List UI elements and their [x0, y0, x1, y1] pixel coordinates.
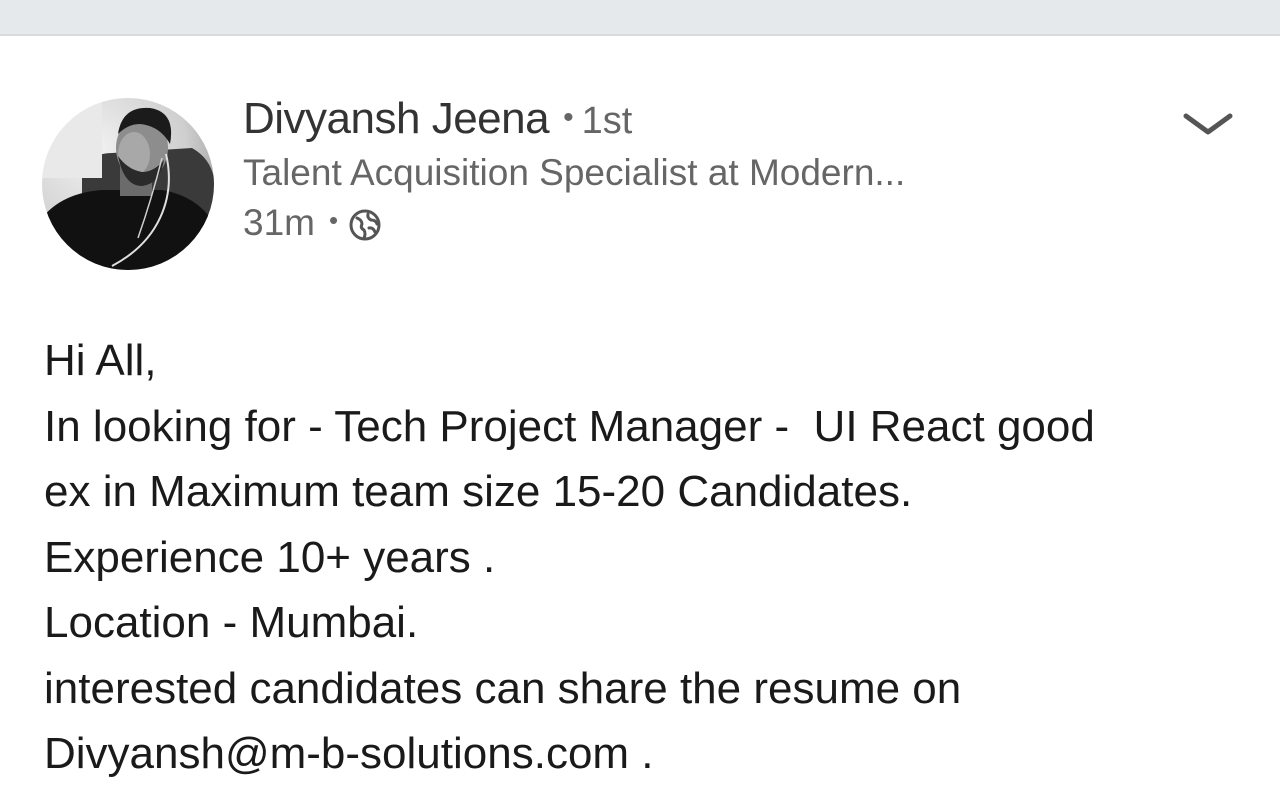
globe-icon [348, 208, 382, 242]
author-avatar[interactable] [42, 98, 214, 270]
post-body-line: interested candidates can share the resu… [44, 663, 962, 713]
post-meta: 31m • [243, 202, 905, 244]
post-header: Divyansh Jeena • 1st Talent Acquisition … [243, 94, 905, 244]
connection-degree: 1st [581, 100, 633, 142]
chevron-down-icon [1183, 113, 1233, 135]
name-separator: • [563, 101, 574, 134]
post-body-line: In looking for - Tech Project Manager - … [44, 401, 1095, 451]
top-divider-bar [0, 0, 1280, 36]
post-body-email-line[interactable]: Divyansh@m-b-solutions.com . [44, 721, 1264, 787]
post-body-line: Experience 10+ years . [44, 532, 496, 582]
author-name[interactable]: Divyansh Jeena [243, 94, 550, 144]
meta-separator: • [328, 204, 339, 235]
post-body-line: Location - Mumbai. [44, 598, 419, 647]
author-headline: Talent Acquisition Specialist at Modern.… [243, 152, 906, 193]
feed-post: Divyansh Jeena • 1st Talent Acquisition … [0, 36, 1280, 794]
post-body-line: Hi All, [44, 336, 157, 385]
post-body: Hi All, In looking for - Tech Project Ma… [44, 328, 1264, 787]
post-options-button[interactable] [1176, 104, 1240, 144]
post-body-line: ex in Maximum team size 15-20 Candidates… [44, 467, 913, 516]
author-name-row: Divyansh Jeena • 1st [243, 94, 905, 144]
post-timestamp: 31m [243, 202, 315, 243]
avatar-photo [42, 98, 214, 270]
